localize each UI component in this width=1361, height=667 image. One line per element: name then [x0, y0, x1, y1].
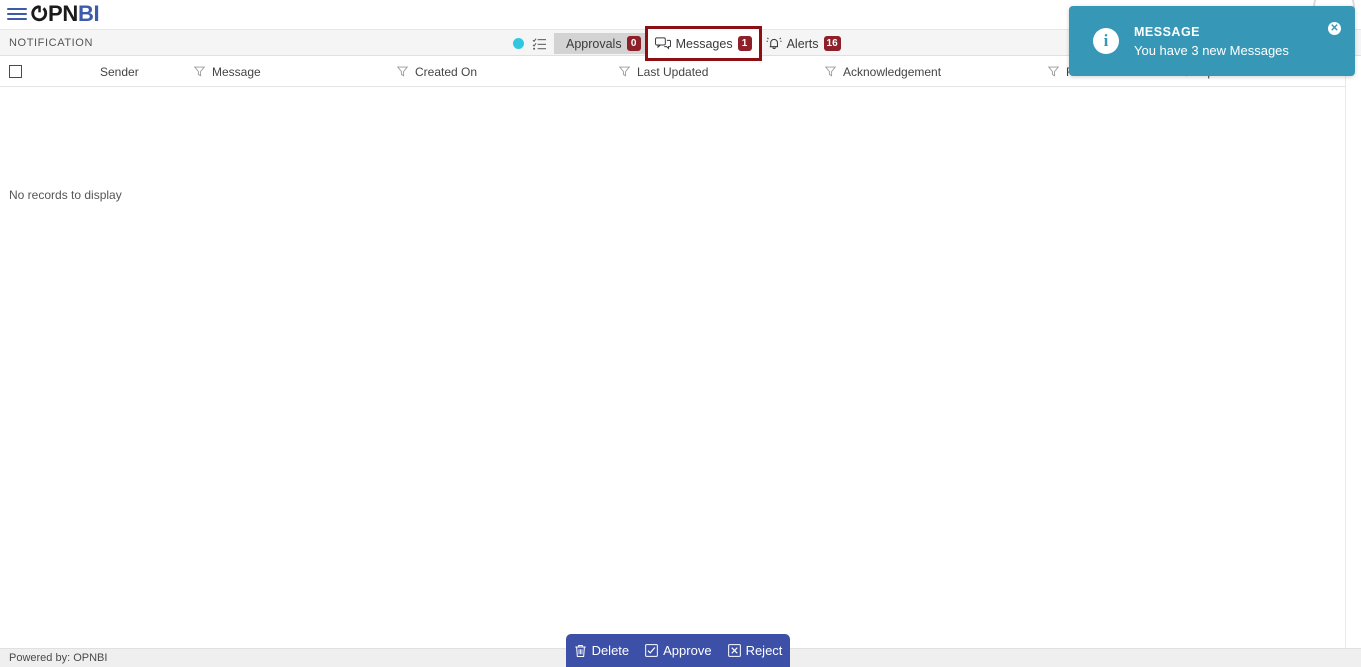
- column-label: Message: [212, 64, 261, 79]
- tab-alerts[interactable]: Alerts 16: [759, 33, 848, 54]
- tab-messages-label: Messages: [675, 36, 733, 51]
- filter-icon-sender[interactable]: [186, 66, 212, 77]
- tab-approvals-label: Approvals: [566, 36, 622, 51]
- hamburger-bar: [7, 12, 27, 15]
- column-header-sender[interactable]: Sender: [100, 57, 186, 87]
- filter-icon-acknowledgement[interactable]: [1040, 66, 1066, 77]
- toast-title: MESSAGE: [1134, 24, 1201, 39]
- column-header-last-updated[interactable]: Last Updated: [637, 57, 817, 87]
- logo-text-dark: PN: [48, 0, 78, 26]
- column-label: Sender: [100, 64, 139, 79]
- messages-icon: [654, 36, 671, 51]
- column-label: Acknowledgement: [843, 64, 942, 79]
- reject-button-label: Reject: [745, 643, 783, 658]
- column-header-acknowledgement[interactable]: Acknowledgement: [843, 57, 1040, 87]
- logo-text-blue: BI: [77, 0, 100, 26]
- column-label: Created On: [415, 64, 478, 79]
- delete-button[interactable]: Delete: [574, 643, 630, 658]
- page-title: NOTIFICATION: [9, 36, 93, 49]
- column-header-message[interactable]: Message: [212, 57, 389, 87]
- column-header-created-on[interactable]: Created On: [415, 57, 611, 87]
- tab-alerts-badge: 16: [823, 36, 841, 51]
- column-label: Last Updated: [637, 64, 709, 79]
- hamburger-menu-icon[interactable]: [7, 6, 27, 22]
- app-logo[interactable]: PN BI: [31, 0, 100, 27]
- close-icon[interactable]: ✕: [1328, 22, 1341, 35]
- info-icon: i: [1093, 28, 1119, 54]
- bulk-action-bar: Delete Approve Reject: [566, 634, 790, 667]
- toast-content: MESSAGE You have 3 new Messages: [1134, 25, 1289, 58]
- hamburger-bar: [7, 17, 27, 20]
- bell-icon: [766, 36, 782, 51]
- checklist-icon[interactable]: [532, 37, 547, 51]
- delete-button-label: Delete: [591, 643, 630, 658]
- x-box-icon: [727, 644, 741, 657]
- tab-messages-badge: 1: [737, 36, 752, 51]
- hamburger-bar: [7, 7, 27, 10]
- filter-icon-last-updated[interactable]: [817, 66, 843, 77]
- empty-state-message: No records to display: [9, 188, 122, 202]
- select-all-cell: [0, 57, 100, 87]
- approve-button-label: Approve: [663, 643, 712, 658]
- tab-messages[interactable]: Messages 1: [644, 26, 762, 61]
- filter-icon-created-on[interactable]: [611, 66, 637, 77]
- tab-approvals[interactable]: Approvals 0: [554, 33, 648, 54]
- notification-tabs: Approvals 0 Messages 1 Alerts 16: [513, 26, 848, 61]
- reject-button[interactable]: Reject: [727, 643, 783, 658]
- status-dot-icon: [513, 38, 524, 49]
- filter-icon-message[interactable]: [389, 66, 415, 77]
- check-box-icon: [645, 644, 659, 657]
- tab-alerts-label: Alerts: [786, 36, 819, 51]
- toast-message: You have 3 new Messages: [1134, 42, 1289, 58]
- power-icon: [31, 5, 48, 22]
- select-all-checkbox[interactable]: [9, 65, 22, 78]
- trash-icon: [574, 644, 587, 658]
- tab-approvals-badge: 0: [626, 36, 641, 51]
- vertical-scrollbar-track[interactable]: [1345, 57, 1361, 648]
- toast-notification: i MESSAGE You have 3 new Messages ✕: [1069, 6, 1355, 76]
- table-body: No records to display: [0, 88, 1345, 648]
- approve-button[interactable]: Approve: [645, 643, 712, 658]
- footer-text: Powered by: OPNBI: [9, 652, 108, 664]
